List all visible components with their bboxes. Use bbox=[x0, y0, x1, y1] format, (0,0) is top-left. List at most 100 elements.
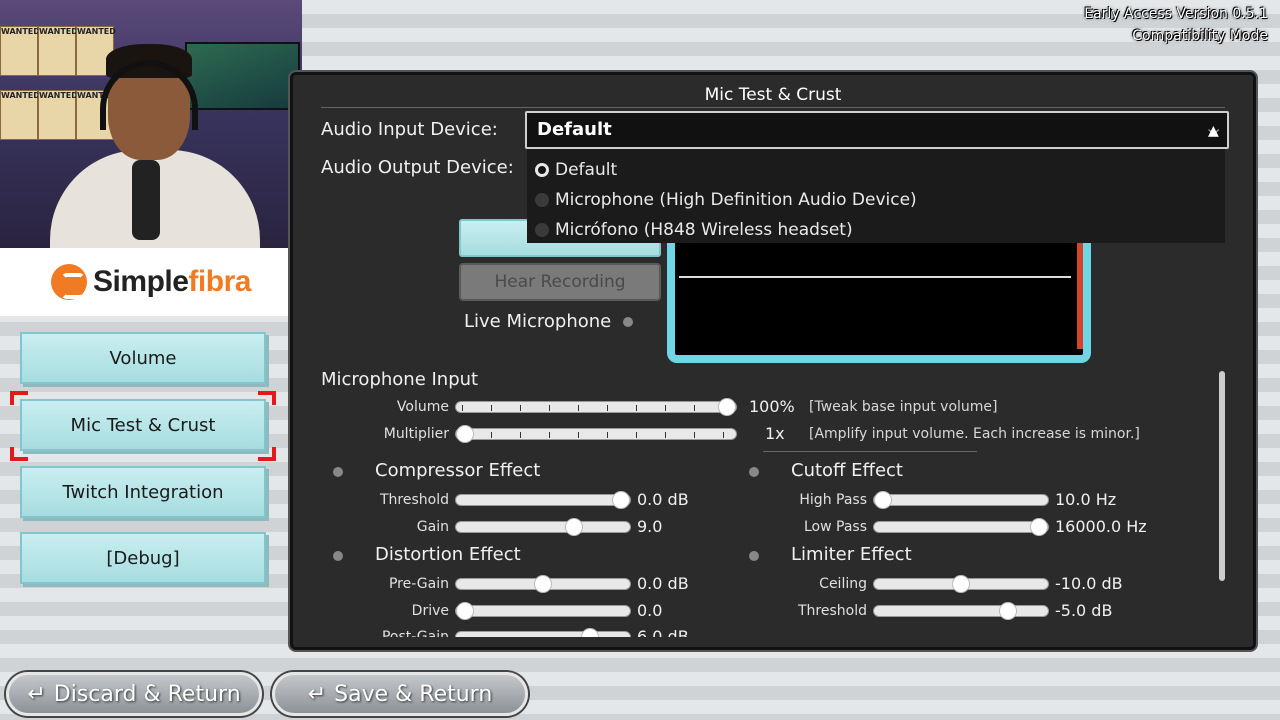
discard-and-return-button[interactable]: ↵ Discard & Return bbox=[6, 672, 262, 716]
limiter-threshold-label: Threshold bbox=[798, 603, 867, 619]
audio-input-label: Audio Input Device: bbox=[321, 119, 498, 140]
slider-knob[interactable] bbox=[456, 425, 474, 443]
volume-slider[interactable] bbox=[455, 398, 737, 416]
wanted-poster: WANTED bbox=[0, 26, 40, 76]
menu-selection-indicator bbox=[10, 391, 276, 461]
limiter-threshold-slider[interactable] bbox=[873, 602, 1049, 620]
mic-test-panel: Mic Test & Crust Audio Input Device: Aud… bbox=[290, 72, 1256, 650]
menu-debug-button[interactable]: [Debug] bbox=[20, 532, 266, 584]
version-label: Early Access Version 0.5.1 bbox=[1084, 6, 1268, 22]
limiter-heading: Limiter Effect bbox=[791, 544, 912, 565]
sponsor-logo: Simplefibra bbox=[0, 248, 302, 316]
drive-slider[interactable] bbox=[455, 602, 631, 620]
waveform-line bbox=[679, 276, 1071, 278]
compressor-gain-slider[interactable] bbox=[455, 518, 631, 536]
pre-gain-slider[interactable] bbox=[455, 575, 631, 593]
slider-knob[interactable] bbox=[612, 491, 630, 509]
limiter-toggle[interactable] bbox=[749, 551, 759, 561]
wanted-poster: WANTED bbox=[38, 26, 78, 76]
slider-knob[interactable] bbox=[874, 491, 892, 509]
slider-knob[interactable] bbox=[1030, 518, 1048, 536]
save-and-return-button[interactable]: ↵ Save & Return bbox=[272, 672, 528, 716]
high-pass-label: High Pass bbox=[799, 492, 867, 508]
cutoff-toggle[interactable] bbox=[749, 467, 759, 477]
high-pass-slider[interactable] bbox=[873, 491, 1049, 509]
dropdown-option-default[interactable]: Default bbox=[527, 155, 1225, 185]
post-gain-value: 6.0 dB bbox=[637, 627, 689, 637]
multiplier-value: 1x bbox=[765, 424, 785, 443]
limiter-threshold-value: -5.0 dB bbox=[1055, 601, 1113, 620]
menu-volume-button[interactable]: Volume bbox=[20, 332, 266, 384]
level-indicator bbox=[1077, 235, 1083, 349]
multiplier-label: Multiplier bbox=[383, 426, 449, 442]
compressor-gain-label: Gain bbox=[416, 519, 449, 535]
panel-scrollbar[interactable] bbox=[1219, 371, 1225, 581]
multiplier-slider[interactable] bbox=[455, 425, 737, 443]
slider-knob[interactable] bbox=[718, 398, 736, 416]
low-pass-label: Low Pass bbox=[804, 519, 867, 535]
live-microphone-label: Live Microphone bbox=[464, 311, 612, 332]
microphone bbox=[132, 160, 160, 240]
distortion-toggle[interactable] bbox=[333, 551, 343, 561]
slider-knob[interactable] bbox=[952, 575, 970, 593]
drive-label: Drive bbox=[411, 603, 449, 619]
compressor-toggle[interactable] bbox=[333, 467, 343, 477]
section-divider bbox=[763, 451, 977, 452]
panel-title: Mic Test & Crust bbox=[704, 85, 842, 105]
slider-knob[interactable] bbox=[565, 518, 584, 536]
post-gain-label: Post-Gain bbox=[381, 629, 449, 637]
radio-icon bbox=[535, 223, 549, 237]
dropdown-option-microphone-hd[interactable]: Microphone (High Definition Audio Device… bbox=[527, 185, 1225, 215]
audio-waveform-display bbox=[667, 235, 1091, 363]
title-divider bbox=[321, 107, 1225, 108]
sponsor-name: Simplefibra bbox=[93, 265, 251, 298]
slider-knob[interactable] bbox=[998, 602, 1017, 620]
compressor-threshold-label: Threshold bbox=[380, 492, 449, 508]
microphone-input-heading: Microphone Input bbox=[321, 369, 479, 390]
compressor-threshold-value: 0.0 dB bbox=[637, 490, 689, 509]
dropdown-option-h848-headset[interactable]: Micrófono (H848 Wireless headset) bbox=[527, 215, 1225, 245]
slider-knob[interactable] bbox=[456, 602, 474, 620]
dropdown-selected-value: Default bbox=[537, 119, 612, 140]
wanted-poster: WANTED bbox=[38, 90, 78, 140]
hear-recording-button[interactable]: Hear Recording bbox=[459, 263, 661, 301]
multiplier-hint: [Amplify input volume. Each increase is … bbox=[809, 426, 1140, 442]
ceiling-slider[interactable] bbox=[873, 575, 1049, 593]
cutoff-heading: Cutoff Effect bbox=[791, 460, 903, 481]
ceiling-label: Ceiling bbox=[819, 576, 867, 592]
menu-twitch-integration-button[interactable]: Twitch Integration bbox=[20, 466, 266, 518]
compressor-gain-value: 9.0 bbox=[637, 517, 663, 536]
audio-input-dropdown[interactable]: Default ⌵ bbox=[525, 111, 1229, 149]
compressor-heading: Compressor Effect bbox=[375, 460, 541, 481]
wanted-poster: WANTED bbox=[0, 90, 40, 140]
compat-mode-label: Compatibility Mode bbox=[1132, 28, 1268, 44]
low-pass-slider[interactable] bbox=[873, 518, 1049, 536]
radio-icon bbox=[535, 193, 549, 207]
audio-output-label: Audio Output Device: bbox=[321, 157, 514, 178]
compressor-threshold-slider[interactable] bbox=[455, 491, 631, 509]
dropdown-options-list: Default Microphone (High Definition Audi… bbox=[527, 149, 1225, 243]
return-arrow-icon: ↵ bbox=[27, 681, 46, 707]
volume-value: 100% bbox=[749, 397, 795, 416]
volume-hint: [Tweak base input volume] bbox=[809, 399, 998, 415]
version-info: Early Access Version 0.5.1 Compatibility… bbox=[1084, 3, 1268, 47]
simplefibra-logo-icon bbox=[51, 264, 88, 300]
post-gain-slider[interactable] bbox=[455, 628, 631, 637]
return-arrow-icon: ↵ bbox=[307, 681, 327, 707]
live-microphone-toggle[interactable] bbox=[623, 317, 633, 327]
scroll-clip: Post-Gain 6.0 dB bbox=[293, 623, 1233, 637]
radio-selected-icon bbox=[535, 163, 549, 177]
background-tv bbox=[185, 42, 300, 110]
pre-gain-value: 0.0 dB bbox=[637, 574, 689, 593]
drive-value: 0.0 bbox=[637, 601, 663, 620]
pre-gain-label: Pre-Gain bbox=[388, 576, 449, 592]
webcam-overlay: WANTED WANTED WANTED WANTED WANTED WANTE… bbox=[0, 0, 302, 248]
distortion-heading: Distortion Effect bbox=[375, 544, 521, 565]
slider-knob[interactable] bbox=[534, 575, 552, 593]
volume-label: Volume bbox=[396, 399, 449, 415]
ceiling-value: -10.0 dB bbox=[1055, 574, 1123, 593]
mouse-cursor-icon: ▲ bbox=[1208, 123, 1219, 139]
low-pass-value: 16000.0 Hz bbox=[1055, 517, 1147, 536]
slider-knob[interactable] bbox=[580, 628, 599, 637]
high-pass-value: 10.0 Hz bbox=[1055, 490, 1117, 509]
